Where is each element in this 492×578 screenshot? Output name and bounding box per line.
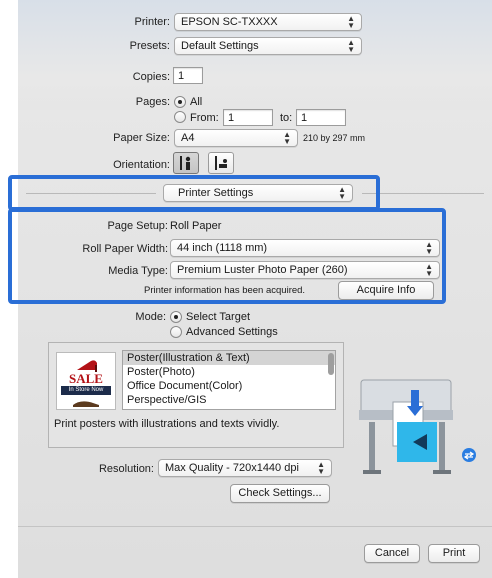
target-list-scrollbar[interactable]: [328, 353, 334, 375]
orientation-label: Orientation:: [113, 159, 170, 171]
updown-arrows-icon: ▲ ▼: [283, 130, 291, 146]
copies-label: Copies:: [132, 71, 170, 83]
highlight-media-section: [8, 208, 446, 304]
updown-arrows-icon: ▲ ▼: [347, 38, 355, 54]
print-dialog: Printer: EPSON SC-TXXXX ▲ ▼ Presets: Defa…: [8, 0, 492, 578]
pages-from-field[interactable]: 1: [223, 109, 273, 126]
resolution-popup[interactable]: Max Quality - 720x1440 dpi ▲ ▼: [158, 459, 332, 477]
updown-arrows-icon: ▲ ▼: [347, 14, 355, 30]
target-list-item[interactable]: Perspective/GIS: [123, 393, 335, 407]
presets-label: Presets:: [129, 40, 170, 52]
printer-label: Printer:: [134, 16, 170, 28]
sale-poster-thumbnail: SALE In Store Now: [56, 352, 116, 410]
sale-badge-text: SALE: [69, 371, 103, 386]
target-list[interactable]: Poster(Illustration & Text) Poster(Photo…: [122, 350, 336, 410]
paper-size-label: Paper Size:: [113, 132, 170, 144]
rotate-icon[interactable]: [462, 448, 476, 462]
rotate-arrows-icon: [463, 451, 475, 460]
advanced-settings-label: Advanced Settings: [186, 326, 278, 338]
select-target-radio[interactable]: [170, 311, 182, 323]
pages-from-radio[interactable]: [174, 111, 186, 123]
pages-from-label: From:: [190, 112, 219, 124]
printer-popup[interactable]: EPSON SC-TXXXX ▲ ▼: [174, 13, 362, 31]
advanced-settings-radio[interactable]: [170, 326, 182, 338]
shoe-icon: [73, 401, 99, 407]
target-list-item[interactable]: Office Document(Color): [123, 379, 335, 393]
presets-value: Default Settings: [181, 40, 259, 52]
select-target-label: Select Target: [186, 311, 251, 323]
pages-all-radio[interactable]: [174, 96, 186, 108]
updown-arrows-icon: ▲ ▼: [317, 460, 325, 476]
landscape-orientation-button[interactable]: [208, 152, 234, 174]
target-list-item[interactable]: Poster(Photo): [123, 365, 335, 379]
pages-all-label: All: [190, 96, 203, 108]
target-list-item[interactable]: Poster(Illustration & Text): [123, 351, 335, 365]
in-store-badge: In Store Now: [61, 386, 111, 395]
mode-label: Mode:: [135, 311, 166, 323]
resolution-label: Resolution:: [98, 463, 154, 475]
check-settings-button[interactable]: Check Settings...: [230, 484, 330, 503]
large-format-printer-icon: [359, 379, 453, 474]
portrait-orientation-button[interactable]: [173, 152, 199, 174]
paper-size-value: A4: [181, 132, 195, 144]
portrait-person-icon: [180, 156, 191, 170]
paper-size-popup[interactable]: A4 ▲ ▼: [174, 129, 298, 147]
copies-field[interactable]: 1: [173, 67, 203, 84]
separator-right: [362, 193, 484, 194]
pages-label: Pages:: [135, 96, 170, 108]
target-description: Print posters with illustrations and tex…: [54, 418, 280, 430]
paper-dimensions: 210 by 297 mm: [303, 133, 366, 143]
pages-to-field[interactable]: 1: [296, 109, 346, 126]
highlight-section-popup: [8, 175, 380, 211]
resolution-value: Max Quality - 720x1440 dpi: [165, 462, 299, 474]
cancel-button[interactable]: Cancel: [364, 544, 420, 563]
pages-to-label: to:: [280, 112, 293, 124]
presets-popup[interactable]: Default Settings ▲ ▼: [174, 37, 362, 55]
printer-value: EPSON SC-TXXXX: [181, 16, 278, 28]
footer-separator: [18, 526, 492, 527]
landscape-person-icon: [215, 156, 227, 170]
print-button[interactable]: Print: [428, 544, 480, 563]
